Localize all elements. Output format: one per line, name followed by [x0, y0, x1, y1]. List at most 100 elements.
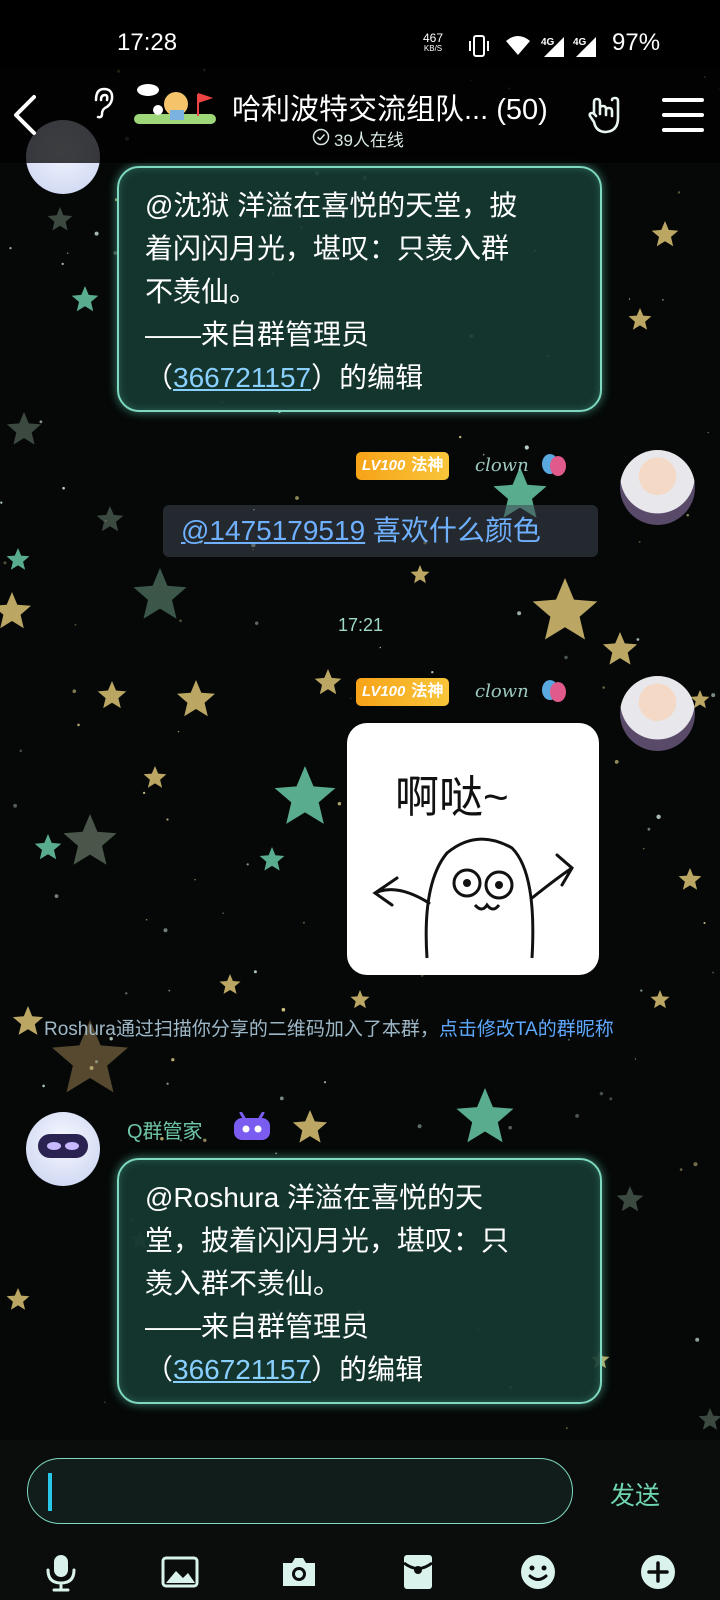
star-dot: [177, 730, 180, 733]
star-dot: [179, 619, 182, 623]
mention-link[interactable]: @1475179519: [181, 515, 365, 546]
system-notice: Roshura通过扫描你分享的二维码加入了本群，点击修改TA的群昵称: [44, 1015, 684, 1044]
admin-id-link[interactable]: 366721157: [173, 1354, 311, 1385]
rock-hand-icon[interactable]: [586, 96, 626, 136]
star-dot: [662, 298, 664, 301]
message-bubble[interactable]: @Roshura 洋溢在喜悦的天 堂，披着闪闪月光，堪叹：只 羡入群不羡仙。 —…: [117, 1158, 602, 1404]
star-dot: [54, 894, 59, 898]
star-dot: [94, 231, 99, 236]
star-decoration: [292, 1110, 328, 1143]
send-button[interactable]: 发送: [610, 1476, 660, 1512]
star-dot: [656, 814, 661, 819]
star-decoration: [650, 990, 670, 1009]
message-line: 不羡仙。: [145, 276, 258, 307]
message-input[interactable]: [27, 1458, 573, 1524]
star-dot: [125, 992, 128, 995]
star-dot: [42, 1084, 45, 1088]
star-dot: [628, 298, 631, 300]
net-speed: 467 KB/S: [423, 32, 443, 54]
message-line: ——来自群管理员: [145, 319, 370, 350]
star-dot: [712, 971, 714, 974]
star-dot: [19, 749, 23, 753]
red-packet-icon[interactable]: [398, 1552, 438, 1592]
admin-id-link[interactable]: 366721157: [173, 362, 311, 393]
system-text: Roshura通过扫描你分享的二维码加入了本群，: [44, 1019, 439, 1040]
message-bubble[interactable]: @沈狱 洋溢在喜悦的天堂，披 着闪闪月光，堪叹：只羡入群 不羡仙。 ——来自群管…: [117, 166, 602, 412]
star-dot: [417, 1124, 422, 1129]
star-dot: [203, 1138, 207, 1143]
star-dot: [74, 623, 77, 626]
avatar-user[interactable]: [620, 676, 695, 751]
star-dot: [143, 791, 146, 795]
ear-icon[interactable]: [90, 86, 116, 120]
battery-percent: 97%: [612, 29, 661, 56]
mention-message[interactable]: @1475179519 喜欢什么颜色: [163, 505, 598, 557]
mic-icon[interactable]: [41, 1552, 81, 1592]
sender-name[interactable]: Q群管家: [127, 1115, 203, 1144]
camera-icon[interactable]: [279, 1552, 319, 1592]
star-decoration: [678, 868, 702, 890]
back-icon[interactable]: [10, 93, 40, 137]
user-tag: clown: [475, 455, 529, 476]
star-dot: [566, 1427, 568, 1429]
star-decoration: [71, 286, 99, 312]
avatar-q-bot[interactable]: [26, 1112, 100, 1186]
group-title[interactable]: 哈利波特交流组队... (50): [232, 86, 548, 128]
theater-mask-icon: [542, 454, 566, 476]
star-dot: [459, 435, 462, 439]
star-decoration: [6, 1288, 30, 1310]
star-dot: [163, 928, 168, 933]
star-dot: [275, 1152, 277, 1155]
signal-4g-icon: 4G: [573, 37, 596, 57]
star-dot: [602, 686, 605, 689]
message-line: ——来自群管理员: [145, 1311, 370, 1342]
avatar-user[interactable]: [620, 450, 695, 525]
star-decoration: [97, 681, 127, 709]
star-dot: [686, 513, 689, 517]
star-dot: [564, 655, 568, 660]
star-dot: [517, 611, 522, 616]
vibrate-icon: [469, 35, 489, 57]
star-decoration: [698, 1408, 720, 1430]
star-dot: [246, 863, 249, 866]
sticker-image[interactable]: 啊哒~: [347, 723, 599, 975]
paren-open: （: [145, 1354, 174, 1385]
message-line: （366721157）的编辑: [145, 1348, 574, 1391]
online-count[interactable]: 39人在线: [334, 126, 404, 151]
star-dot: [711, 693, 716, 698]
message-line: 堂，披着闪闪月光，堪叹：只: [145, 1225, 510, 1256]
star-dot: [9, 247, 12, 250]
sticker-character: [372, 837, 574, 959]
star-decoration: [12, 1006, 44, 1035]
star-dot: [634, 1058, 637, 1060]
level-text: LV100: [362, 683, 406, 700]
star-dot: [643, 848, 645, 850]
emoji-icon[interactable]: [518, 1552, 558, 1592]
star-decoration: [456, 1088, 514, 1143]
star-dot: [105, 520, 107, 522]
message-text: ）的编辑: [311, 1354, 424, 1385]
star-dot: [61, 262, 64, 266]
star-dot: [145, 918, 148, 921]
star-dot: [350, 697, 352, 699]
star-dot: [255, 621, 259, 625]
star-dot: [679, 1168, 683, 1171]
status-bar: 17:28 467 KB/S 4G 4G 97%: [0, 0, 720, 68]
star-decoration: [47, 207, 73, 231]
star-dot: [614, 760, 619, 764]
plus-icon[interactable]: [638, 1552, 678, 1592]
net-speed-unit: KB/S: [423, 44, 443, 53]
star-decoration: [6, 412, 42, 445]
image-icon[interactable]: [160, 1552, 200, 1592]
star-decoration: [133, 568, 187, 619]
menu-icon[interactable]: [662, 96, 704, 134]
star-dot: [253, 970, 257, 974]
edit-nickname-link[interactable]: 点击修改TA的群昵称: [439, 1019, 614, 1040]
svg-text:4G: 4G: [541, 37, 555, 48]
message-line: @沈狱 洋溢在喜悦的天堂，披: [145, 190, 518, 221]
star-dot: [0, 501, 3, 504]
star-dot: [647, 827, 651, 831]
star-decoration: [616, 1186, 644, 1212]
star-dot: [39, 420, 43, 424]
star-dot: [279, 1096, 284, 1101]
